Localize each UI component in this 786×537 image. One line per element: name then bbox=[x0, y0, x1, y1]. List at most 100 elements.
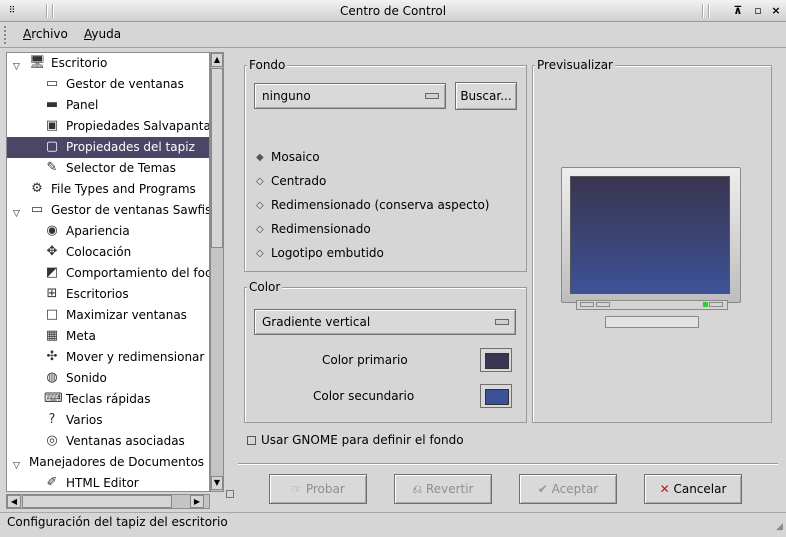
minimize-icon[interactable]: ⊼ bbox=[730, 3, 746, 19]
accept-button[interactable]: ✔ Aceptar bbox=[519, 474, 617, 504]
html-editor-icon: ✐ bbox=[46, 475, 58, 490]
try-icon: ☞ bbox=[291, 482, 302, 496]
image-select-arrow-icon[interactable] bbox=[425, 93, 439, 99]
resize-grip-icon[interactable]: ◢ bbox=[776, 522, 786, 534]
cancel-button[interactable]: ✕ Cancelar bbox=[644, 474, 742, 504]
preview-screen bbox=[570, 176, 730, 294]
window-title: Centro de Control bbox=[339, 4, 447, 18]
tree-item[interactable]: ▽ 🖥 Escritorio bbox=[7, 53, 209, 74]
tree-item[interactable]: ▣ Propiedades Salvapanta bbox=[7, 116, 210, 137]
tree-item[interactable]: ✥ Colocación bbox=[7, 242, 209, 263]
background-icon: ▢ bbox=[45, 139, 59, 154]
tree-item[interactable]: ◉ Apariencia bbox=[7, 221, 209, 242]
gnome-checkbox-label[interactable]: Usar GNOME para definir el fondo bbox=[261, 433, 464, 447]
tree-item-label: Apariencia bbox=[66, 224, 130, 238]
tree-item[interactable]: ⊞ Escritorios bbox=[7, 284, 209, 305]
tree-item[interactable]: ▽ ▭ Gestor de ventanas Sawfish bbox=[7, 200, 210, 221]
tree-item[interactable]: ◍ Sonido bbox=[7, 368, 209, 389]
file-types-icon: ⚙ bbox=[31, 181, 43, 196]
gnome-checkbox[interactable] bbox=[247, 436, 256, 445]
radio-4[interactable]: ◇ bbox=[256, 249, 266, 259]
scroll-left-arrow-icon[interactable]: ◀ bbox=[7, 495, 21, 508]
radio-1[interactable]: ◇ bbox=[256, 177, 266, 187]
maximize-icon[interactable]: ▫ bbox=[750, 3, 766, 19]
tree-item-label: Propiedades del tapiz bbox=[66, 140, 195, 154]
associated-windows-icon: ◎ bbox=[46, 433, 58, 448]
menubar-handle[interactable] bbox=[4, 26, 9, 44]
power-led-icon bbox=[703, 302, 708, 307]
screensaver-icon: ▣ bbox=[45, 118, 59, 133]
placement-icon: ✥ bbox=[46, 244, 58, 259]
tree-item[interactable]: ✣ Mover y redimensionar bbox=[7, 347, 209, 368]
menu-archivo[interactable]: Archivo bbox=[23, 27, 68, 43]
monitor-button-3-icon bbox=[709, 302, 723, 307]
desktop-icon: 🖥 bbox=[29, 55, 46, 70]
tree-item[interactable]: ▭ Gestor de ventanas bbox=[7, 74, 209, 95]
tree-item-label: Propiedades Salvapanta bbox=[66, 119, 210, 133]
menu-ayuda[interactable]: Ayuda bbox=[84, 27, 121, 43]
tree-item-label: Meta bbox=[66, 329, 96, 343]
fondo-frame-label: Fondo bbox=[247, 58, 288, 72]
move-resize-icon: ✣ bbox=[46, 349, 58, 364]
radio-label[interactable]: Redimensionado (conserva aspecto) bbox=[271, 198, 489, 212]
tree-item-label: Panel bbox=[66, 98, 99, 112]
workspaces-icon: ⊞ bbox=[46, 286, 58, 301]
primary-color-button[interactable] bbox=[480, 348, 512, 372]
radio-3[interactable]: ◇ bbox=[256, 225, 266, 235]
question-icon: ? bbox=[48, 412, 56, 427]
monitor-stand bbox=[605, 316, 699, 328]
scroll-right-arrow-icon[interactable]: ▶ bbox=[190, 495, 204, 508]
meta-icon: ▦ bbox=[45, 328, 59, 343]
tree-item[interactable]: □ Maximizar ventanas bbox=[7, 305, 209, 326]
tree-item[interactable]: ⚙ File Types and Programs bbox=[7, 179, 209, 200]
tree-item[interactable]: ▬ Panel bbox=[7, 95, 209, 116]
horizontal-scroll-thumb[interactable] bbox=[22, 495, 172, 508]
close-icon[interactable]: × bbox=[768, 3, 784, 19]
cancel-label: Cancelar bbox=[673, 482, 727, 496]
tree-item[interactable]: ✐ HTML Editor bbox=[7, 473, 209, 491]
vertical-scroll-thumb[interactable] bbox=[211, 68, 223, 248]
window-manager-icon: ▭ bbox=[45, 76, 59, 91]
tree-item[interactable]: ▦ Meta bbox=[7, 326, 209, 347]
revert-button[interactable]: ⎌ Revertir bbox=[394, 474, 492, 504]
drum-icon: ◍ bbox=[46, 370, 58, 385]
tree-item[interactable]: ◩ Comportamiento del foco bbox=[7, 263, 209, 284]
cancel-icon: ✕ bbox=[659, 482, 670, 496]
monitor-button-2-icon bbox=[596, 302, 610, 307]
panel-icon: ▬ bbox=[45, 97, 59, 112]
tree-item-label: Manejadores de Documentos bbox=[29, 455, 205, 469]
secondary-color-swatch bbox=[485, 389, 509, 405]
browse-button[interactable]: Buscar... bbox=[455, 82, 517, 110]
secondary-color-button[interactable] bbox=[480, 384, 512, 408]
radio-0[interactable]: ◆ bbox=[256, 153, 266, 163]
tree-item[interactable]: ✎ Selector de Temas bbox=[7, 158, 209, 179]
pane-splitter[interactable] bbox=[226, 52, 232, 492]
radio-2[interactable]: ◇ bbox=[256, 201, 266, 211]
tree-item-label: Varios bbox=[66, 413, 103, 427]
image-select[interactable]: ninguno bbox=[254, 83, 446, 109]
radio-label[interactable]: Logotipo embutido bbox=[271, 246, 384, 260]
tree-item-label: Ventanas asociadas bbox=[66, 434, 185, 448]
radio-label[interactable]: Redimensionado bbox=[271, 222, 371, 236]
primary-color-swatch bbox=[485, 353, 509, 369]
tree-item[interactable]: ▢ Propiedades del tapiz bbox=[7, 137, 209, 158]
scroll-up-arrow-icon[interactable]: ▲ bbox=[211, 53, 223, 67]
color-type-select[interactable]: Gradiente vertical bbox=[254, 309, 516, 335]
category-tree[interactable]: ▽ 🖥 Escritorio ▭ Gestor de ventanas ▬ Panel ▣ Pr… bbox=[6, 52, 210, 492]
radio-label[interactable]: Mosaico bbox=[271, 150, 320, 164]
tree-item-label: Gestor de ventanas Sawfish bbox=[51, 203, 210, 217]
tree-item-label: Gestor de ventanas bbox=[66, 77, 184, 91]
try-button[interactable]: ☞ Probar bbox=[269, 474, 367, 504]
radio-label[interactable]: Centrado bbox=[271, 174, 326, 188]
status-text: Configuración del tapiz del escritorio bbox=[7, 515, 228, 529]
focus-icon: ◩ bbox=[45, 265, 59, 280]
tree-item[interactable]: ▽ Manejadores de Documentos bbox=[7, 452, 209, 473]
tree-item[interactable]: ◎ Ventanas asociadas bbox=[7, 431, 209, 452]
maximize-icon: □ bbox=[45, 307, 59, 322]
splitter-grip[interactable] bbox=[226, 490, 234, 498]
tree-item[interactable]: ? Varios bbox=[7, 410, 209, 431]
color-type-arrow-icon[interactable] bbox=[495, 319, 509, 325]
tree-item[interactable]: ⌨ Teclas rápidas bbox=[7, 389, 209, 410]
tree-item-label: Teclas rápidas bbox=[66, 392, 151, 406]
scroll-down-arrow-icon[interactable]: ▼ bbox=[211, 476, 223, 490]
